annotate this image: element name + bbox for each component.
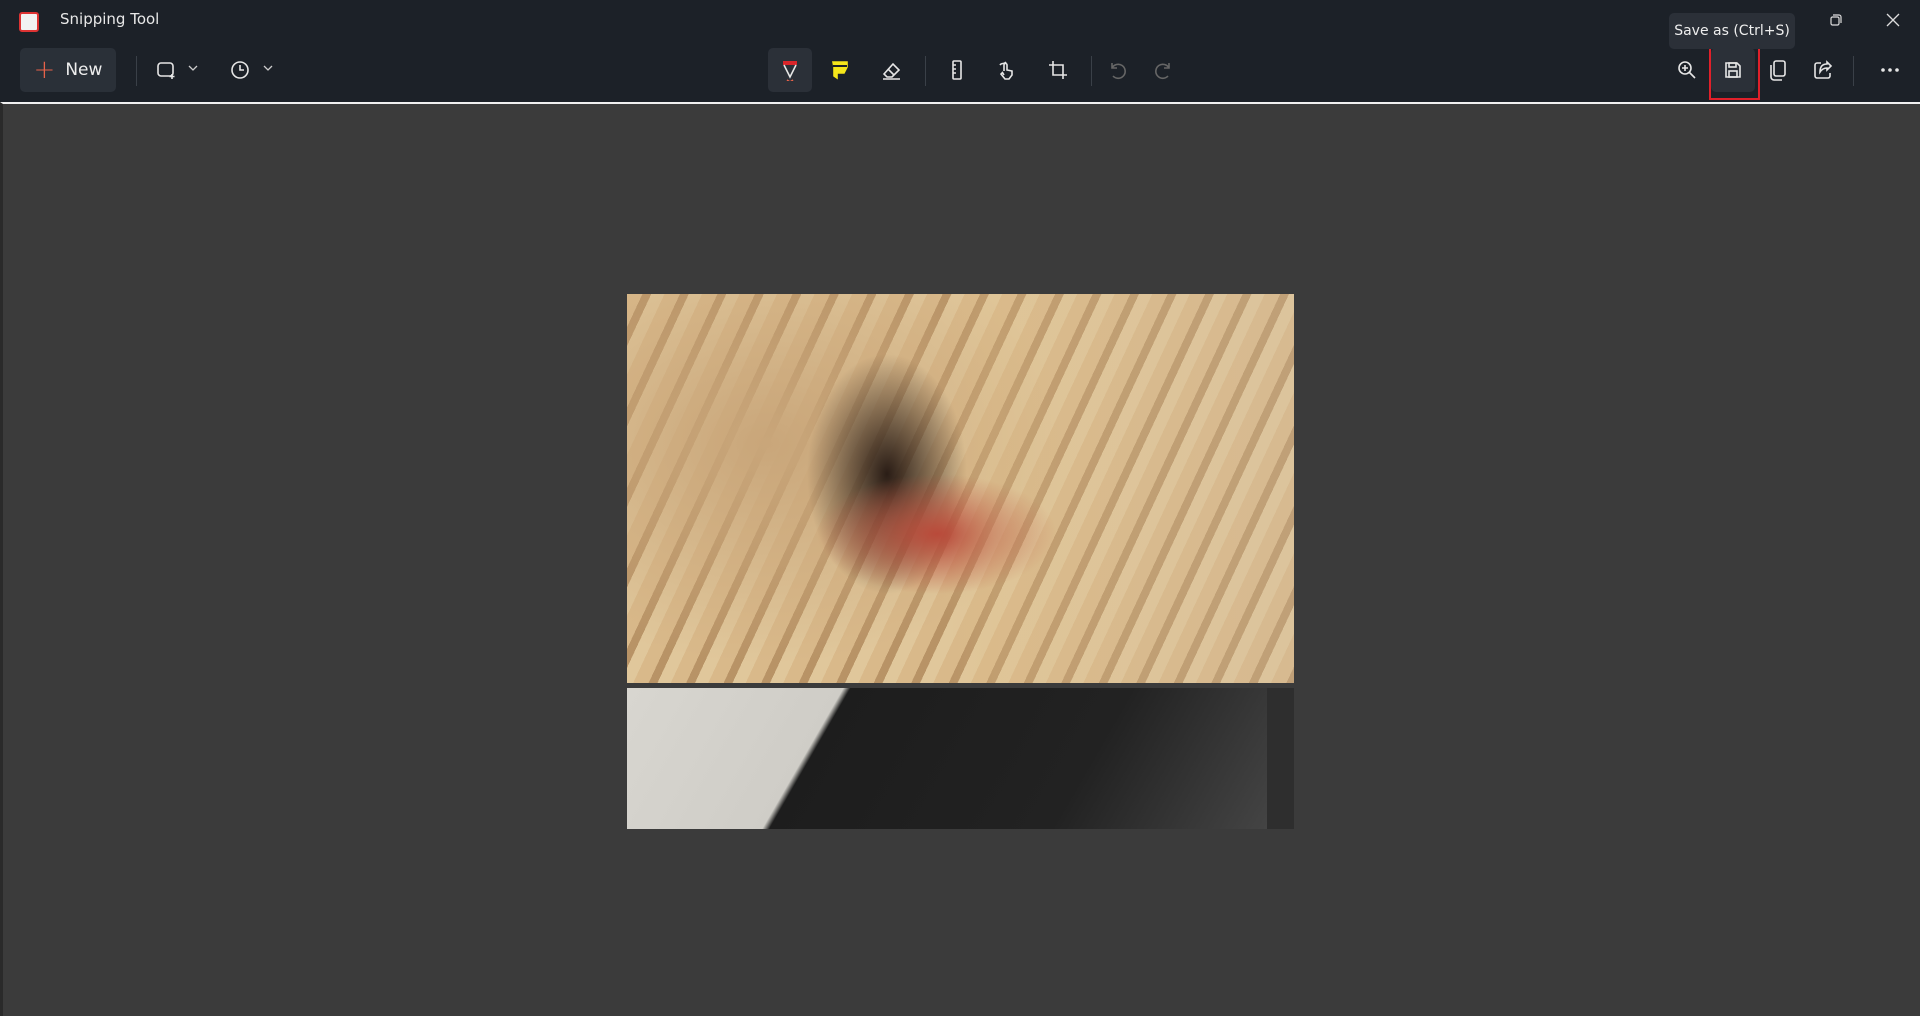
snip-image-edge <box>1267 688 1294 829</box>
restore-icon <box>1830 14 1842 26</box>
save-tooltip: Save as (Ctrl+S) <box>1669 13 1795 49</box>
ruler-button[interactable] <box>935 48 979 92</box>
crop-button[interactable] <box>1036 48 1080 92</box>
close-icon <box>1886 13 1900 27</box>
more-icon <box>1881 68 1899 72</box>
app-icon <box>19 12 39 32</box>
close-button[interactable] <box>1880 8 1906 32</box>
touch-writing-button[interactable] <box>985 48 1029 92</box>
undo-button[interactable] <box>1096 48 1140 92</box>
redo-icon <box>1155 63 1170 80</box>
snip-mode-button[interactable] <box>144 48 188 92</box>
window-title: Snipping Tool <box>60 10 160 28</box>
copy-button[interactable] <box>1756 48 1800 92</box>
undo-icon <box>1111 63 1126 80</box>
new-snip-button[interactable]: + New <box>20 48 116 92</box>
snip-image-overlay <box>627 294 1294 683</box>
clock-icon <box>231 61 249 79</box>
rectangle-snip-icon <box>157 62 175 79</box>
ruler-icon <box>952 60 962 80</box>
copy-icon <box>1770 60 1786 81</box>
highlighter-icon <box>832 61 848 80</box>
zoom-in-button[interactable] <box>1665 48 1709 92</box>
touch-writing-icon <box>999 61 1013 80</box>
zoom-in-icon <box>1678 61 1696 79</box>
save-button-highlight <box>1709 47 1760 100</box>
highlighter-button[interactable] <box>818 48 862 92</box>
snip-image-counter <box>627 688 1267 829</box>
ballpoint-pen-icon <box>783 61 797 81</box>
new-label: New <box>65 60 103 80</box>
chevron-down-icon[interactable] <box>185 60 201 76</box>
share-button[interactable] <box>1801 48 1845 92</box>
plus-icon: + <box>33 55 56 85</box>
restore-button[interactable] <box>1822 8 1848 32</box>
delay-button[interactable] <box>218 48 262 92</box>
share-icon <box>1814 60 1833 79</box>
more-options-button[interactable] <box>1868 48 1912 92</box>
chevron-down-icon[interactable] <box>260 60 276 76</box>
eraser-button[interactable] <box>869 48 913 92</box>
redo-button[interactable] <box>1141 48 1185 92</box>
eraser-icon <box>882 62 901 80</box>
ballpoint-pen-button[interactable] <box>768 48 812 92</box>
crop-icon <box>1049 61 1067 79</box>
